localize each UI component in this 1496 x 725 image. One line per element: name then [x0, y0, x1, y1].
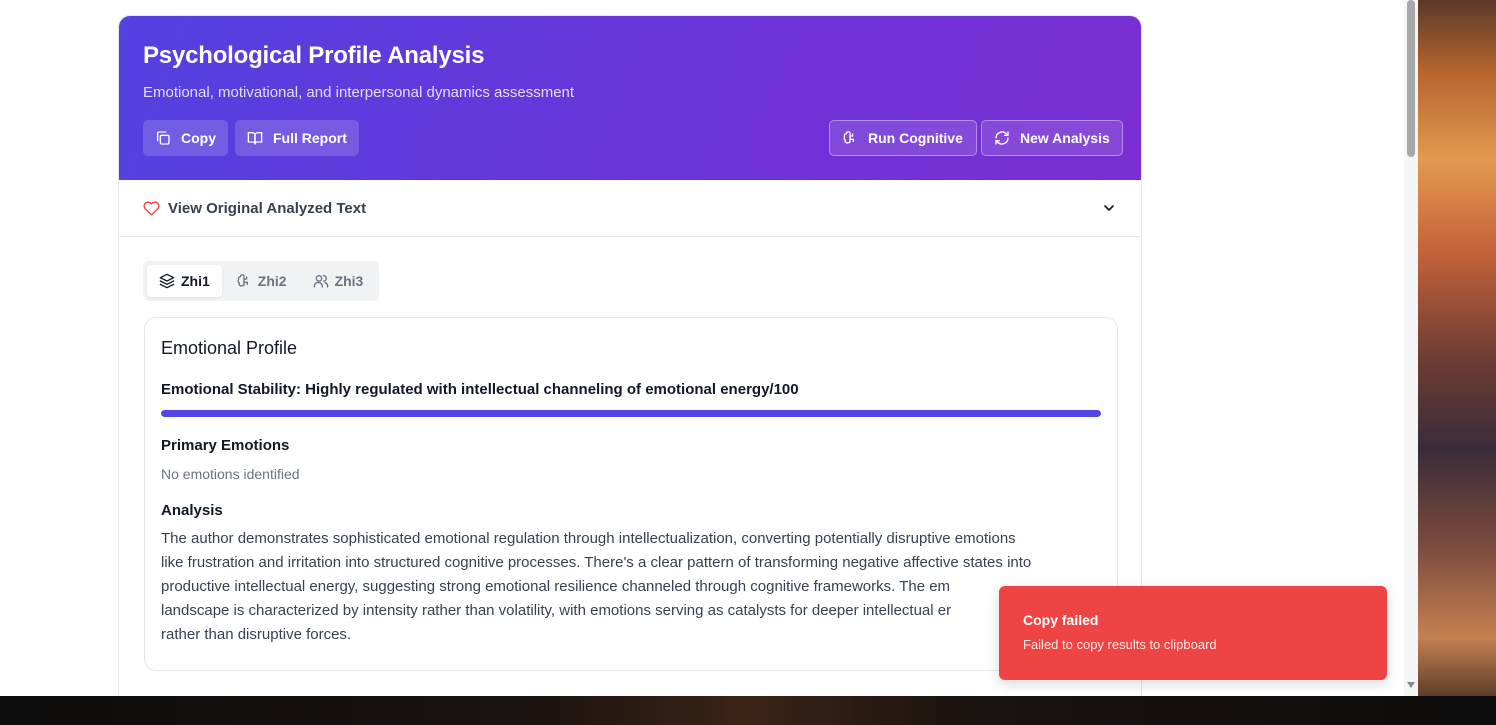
- book-open-icon: [247, 132, 263, 145]
- stability-label: Emotional Stability: Highly regulated wi…: [161, 381, 799, 398]
- run-cognitive-button[interactable]: Run Cognitive: [829, 120, 977, 156]
- analysis-line: productive intellectual energy, suggesti…: [161, 578, 951, 595]
- full-report-button[interactable]: Full Report: [235, 120, 359, 156]
- brain-icon: [237, 274, 248, 287]
- layers-icon: [159, 273, 175, 289]
- desktop-wallpaper: [1416, 0, 1496, 725]
- chevron-down-icon[interactable]: [1101, 200, 1117, 216]
- analysis-text: The author demonstrates sophisticated em…: [161, 527, 1101, 647]
- tab-zhi2-label: Zhi2: [257, 273, 287, 289]
- analysis-line: rather than disruptive forces.: [161, 626, 352, 643]
- toast-message: Failed to copy results to clipboard: [1023, 637, 1217, 652]
- tab-zhi3[interactable]: Zhi3: [301, 265, 376, 297]
- analysis-header: Psychological Profile Analysis Emotional…: [119, 16, 1141, 180]
- stability-progress-bar: [161, 410, 1101, 417]
- analysis-line: The author demonstrates sophisticated em…: [161, 530, 1016, 547]
- zhi-tabs: Zhi1 Zhi2 Zhi3: [143, 261, 380, 301]
- profile-title: Emotional Profile: [161, 338, 298, 358]
- stability-progress-fill: [161, 410, 1101, 417]
- tab-zhi1-label: Zhi1: [181, 273, 210, 289]
- users-icon: [313, 275, 328, 288]
- tab-zhi3-label: Zhi3: [334, 273, 364, 289]
- analysis-title: Analysis: [161, 502, 223, 519]
- analysis-line: like frustration and irritation into str…: [161, 554, 1032, 571]
- refresh-icon: [995, 131, 1009, 145]
- page-subtitle: Emotional, motivational, and interperson…: [143, 84, 575, 101]
- brain-icon: [843, 131, 854, 144]
- heart-icon: [143, 200, 160, 216]
- scroll-down-icon[interactable]: [1407, 682, 1415, 688]
- original-text-label: View Original Analyzed Text: [168, 199, 367, 217]
- new-analysis-button[interactable]: New Analysis: [981, 120, 1123, 156]
- copy-button-label: Copy: [181, 130, 216, 146]
- primary-emotions-value: No emotions identified: [161, 466, 300, 482]
- analysis-line: landscape is characterized by intensity …: [161, 602, 952, 619]
- scrollbar-thumb[interactable]: [1407, 0, 1415, 157]
- full-report-button-label: Full Report: [273, 130, 347, 146]
- copy-icon: [157, 131, 170, 145]
- tab-zhi1[interactable]: Zhi1: [147, 265, 222, 297]
- copy-button[interactable]: Copy: [143, 120, 228, 156]
- tab-zhi2[interactable]: Zhi2: [224, 265, 299, 297]
- taskbar: [0, 696, 1496, 725]
- toast-title: Copy failed: [1023, 612, 1099, 628]
- analysis-card: Psychological Profile Analysis Emotional…: [118, 15, 1142, 696]
- error-toast[interactable]: Copy failed Failed to copy results to cl…: [999, 586, 1387, 680]
- original-text-toggle[interactable]: View Original Analyzed Text: [119, 180, 1141, 237]
- page-title: Psychological Profile Analysis: [143, 42, 485, 69]
- primary-emotions-title: Primary Emotions: [161, 437, 290, 454]
- run-cognitive-button-label: Run Cognitive: [868, 130, 963, 146]
- emotional-profile-panel: Emotional Profile Emotional Stability: H…: [144, 317, 1118, 671]
- new-analysis-button-label: New Analysis: [1020, 130, 1110, 146]
- page-scrollbar[interactable]: [1404, 0, 1418, 696]
